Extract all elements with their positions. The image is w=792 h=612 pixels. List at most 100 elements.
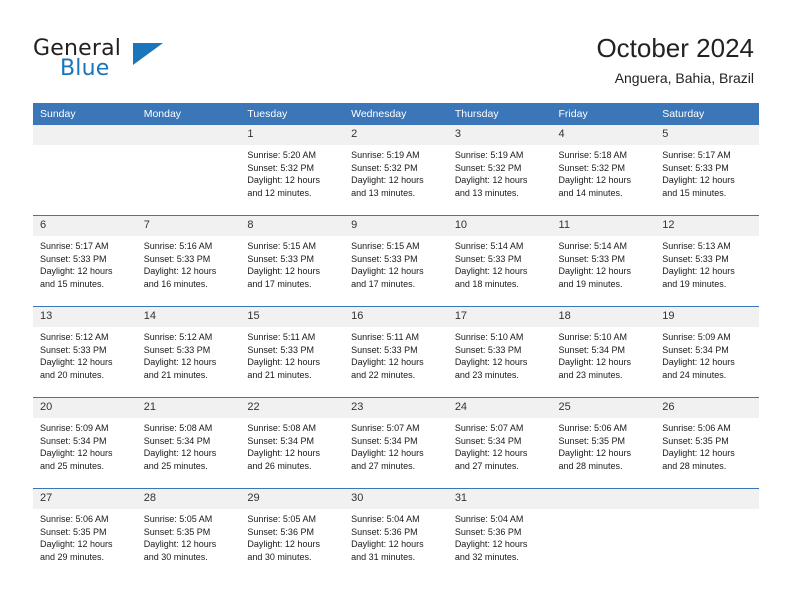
calendar-week-row: 13 Sunrise: 5:12 AM Sunset: 5:33 PM Dayligh… [33,306,759,398]
day-number: 12 [655,216,759,236]
calendar-day-cell[interactable]: 7 Sunrise: 5:16 AM Sunset: 5:33 PM Daylight… [136,215,241,307]
day-details: Sunrise: 5:07 AM Sunset: 5:34 PM Daylight:… [448,418,552,472]
day-details: Sunrise: 5:12 AM Sunset: 5:33 PM Daylight:… [137,327,241,381]
calendar-day-cell[interactable]: 15 Sunrise: 5:11 AM Sunset: 5:33 PM Dayligh… [240,306,345,398]
day-number: 31 [447,489,552,509]
sunset-text: Sunset: 5:33 PM [662,162,729,173]
day-number: 27 [33,489,137,509]
day-number: 21 [136,398,241,418]
calendar-day-cell[interactable]: 14 Sunrise: 5:12 AM Sunset: 5:33 PM Dayligh… [136,306,241,398]
daylight-text-line1: Daylight: 12 hours [143,357,217,368]
daylight-text-line2: and 19 minutes. [662,278,727,289]
sunrise-text: Sunrise: 5:05 AM [247,514,316,524]
sunset-text: Sunset: 5:36 PM [454,526,522,537]
calendar-day-cell[interactable]: 3 Sunrise: 5:19 AM Sunset: 5:32 PM Daylight… [447,125,552,216]
day-details: Sunrise: 5:20 AM Sunset: 5:32 PM Daylight:… [240,145,344,199]
sunset-text: Sunset: 5:33 PM [662,253,729,264]
daylight-text-line2: and 23 minutes. [558,369,623,380]
daylight-text-line2: and 27 minutes. [351,460,416,471]
calendar-day-cell[interactable]: 20 Sunrise: 5:09 AM Sunset: 5:34 PM Dayligh… [33,397,137,489]
day-details: Sunrise: 5:18 AM Sunset: 5:32 PM Daylight:… [552,145,656,199]
day-number: 19 [655,307,759,327]
day-number: 4 [551,125,656,145]
calendar-day-cell[interactable]: 5 Sunrise: 5:17 AM Sunset: 5:33 PM Daylight… [655,125,759,216]
calendar-day-cell[interactable]: 12 Sunrise: 5:13 AM Sunset: 5:33 PM Dayligh… [655,215,759,307]
calendar-week-row: 20 Sunrise: 5:09 AM Sunset: 5:34 PM Dayligh… [33,397,759,489]
triangle-icon [133,43,163,65]
calendar-day-cell[interactable]: 25 Sunrise: 5:06 AM Sunset: 5:35 PM Dayligh… [551,397,656,489]
daylight-text-line2: and 28 minutes. [558,460,623,471]
daylight-text-line2: and 28 minutes. [662,460,727,471]
sunset-text: Sunset: 5:35 PM [558,435,626,446]
sunrise-text: Sunrise: 5:14 AM [454,241,524,251]
daylight-text-line1: Daylight: 12 hours [454,357,528,368]
day-number: 10 [447,216,552,236]
day-number: 1 [240,125,345,145]
day-number: 20 [33,398,137,418]
sunrise-text: Sunrise: 5:19 AM [454,150,524,160]
calendar-day-cell[interactable]: 30 Sunrise: 5:04 AM Sunset: 5:36 PM Dayligh… [344,488,448,579]
calendar-day-cell[interactable]: 28 Sunrise: 5:05 AM Sunset: 5:35 PM Dayligh… [136,488,241,579]
calendar-day-cell[interactable]: 27 Sunrise: 5:06 AM Sunset: 5:35 PM Dayligh… [33,488,137,579]
calendar-day-cell[interactable]: 16 Sunrise: 5:11 AM Sunset: 5:33 PM Dayligh… [344,306,448,398]
calendar-day-cell-empty [33,125,137,216]
sunrise-text: Sunrise: 5:18 AM [558,150,628,160]
day-details: Sunrise: 5:04 AM Sunset: 5:36 PM Daylight:… [448,509,552,563]
calendar-day-cell[interactable]: 18 Sunrise: 5:10 AM Sunset: 5:34 PM Dayligh… [551,306,656,398]
day-number: 6 [33,216,137,236]
daylight-text-line1: Daylight: 12 hours [247,266,320,277]
calendar-day-cell[interactable]: 23 Sunrise: 5:07 AM Sunset: 5:34 PM Dayligh… [344,397,448,489]
day-number: 11 [551,216,656,236]
calendar-day-cell[interactable]: 11 Sunrise: 5:14 AM Sunset: 5:33 PM Dayligh… [551,215,656,307]
page-title: October 2024 [596,33,754,63]
calendar-day-cell[interactable]: 17 Sunrise: 5:10 AM Sunset: 5:33 PM Dayligh… [447,306,552,398]
daylight-text-line2: and 13 minutes. [454,187,519,198]
sunset-text: Sunset: 5:32 PM [247,162,314,173]
calendar-day-cell[interactable]: 4 Sunrise: 5:18 AM Sunset: 5:32 PM Daylight… [551,125,656,216]
general-blue-logo[interactable]: General Blue [33,36,213,86]
sunset-text: Sunset: 5:33 PM [351,344,418,355]
day-details: Sunrise: 5:14 AM Sunset: 5:33 PM Daylight:… [448,236,552,290]
calendar-day-cell[interactable]: 21 Sunrise: 5:08 AM Sunset: 5:34 PM Dayligh… [136,397,241,489]
sunrise-text: Sunrise: 5:17 AM [40,241,109,251]
daylight-text-line1: Daylight: 12 hours [454,448,528,459]
calendar-day-cell[interactable]: 19 Sunrise: 5:09 AM Sunset: 5:34 PM Dayligh… [655,306,759,398]
daylight-text-line2: and 14 minutes. [558,187,623,198]
day-number: 7 [136,216,241,236]
calendar-day-cell[interactable]: 26 Sunrise: 5:06 AM Sunset: 5:35 PM Dayligh… [655,397,759,489]
daylight-text-line2: and 25 minutes. [143,460,208,471]
sunset-text: Sunset: 5:35 PM [143,526,211,537]
sunrise-sunset-calendar: Sunday Monday Tuesday Wednesday Thursday… [33,103,759,579]
daylight-text-line2: and 24 minutes. [662,369,727,380]
calendar-day-cell[interactable]: 10 Sunrise: 5:14 AM Sunset: 5:33 PM Dayligh… [447,215,552,307]
calendar-day-cell[interactable]: 6 Sunrise: 5:17 AM Sunset: 5:33 PM Daylight… [33,215,137,307]
calendar-day-cell[interactable]: 22 Sunrise: 5:08 AM Sunset: 5:34 PM Dayligh… [240,397,345,489]
day-number: 2 [344,125,448,145]
title-block: October 2024 Anguera, Bahia, Brazil [596,32,754,88]
calendar-day-cell[interactable]: 24 Sunrise: 5:07 AM Sunset: 5:34 PM Dayligh… [447,397,552,489]
day-details: Sunrise: 5:05 AM Sunset: 5:36 PM Daylight:… [240,509,344,563]
sunset-text: Sunset: 5:34 PM [351,435,418,446]
sunset-text: Sunset: 5:33 PM [143,344,211,355]
daylight-text-line2: and 15 minutes. [662,187,727,198]
calendar-day-cell[interactable]: 2 Sunrise: 5:19 AM Sunset: 5:32 PM Daylight… [344,125,448,216]
daylight-text-line1: Daylight: 12 hours [247,175,320,186]
page-header: General Blue October 2024 Anguera, Bahia… [0,0,792,100]
calendar-day-cell[interactable]: 31 Sunrise: 5:04 AM Sunset: 5:36 PM Dayligh… [447,488,552,579]
day-details: Sunrise: 5:04 AM Sunset: 5:36 PM Daylight:… [344,509,448,563]
day-number: 3 [447,125,552,145]
calendar-day-cell[interactable]: 8 Sunrise: 5:15 AM Sunset: 5:33 PM Daylight… [240,215,345,307]
weekday-header-monday: Monday [136,103,241,125]
calendar-day-cell[interactable]: 9 Sunrise: 5:15 AM Sunset: 5:33 PM Daylight… [344,215,448,307]
day-number: 30 [344,489,448,509]
sunset-text: Sunset: 5:34 PM [558,344,626,355]
weekday-header-saturday: Saturday [655,103,759,125]
calendar-day-cell[interactable]: 13 Sunrise: 5:12 AM Sunset: 5:33 PM Dayligh… [33,306,137,398]
day-details: Sunrise: 5:15 AM Sunset: 5:33 PM Daylight:… [344,236,448,290]
calendar-day-cell[interactable]: 1 Sunrise: 5:20 AM Sunset: 5:32 PM Daylight… [240,125,345,216]
daylight-text-line1: Daylight: 12 hours [143,266,217,277]
calendar-day-cell[interactable]: 29 Sunrise: 5:05 AM Sunset: 5:36 PM Dayligh… [240,488,345,579]
day-number: 24 [447,398,552,418]
calendar-week-row: 27 Sunrise: 5:06 AM Sunset: 5:35 PM Dayligh… [33,488,759,579]
daylight-text-line2: and 30 minutes. [143,551,208,562]
